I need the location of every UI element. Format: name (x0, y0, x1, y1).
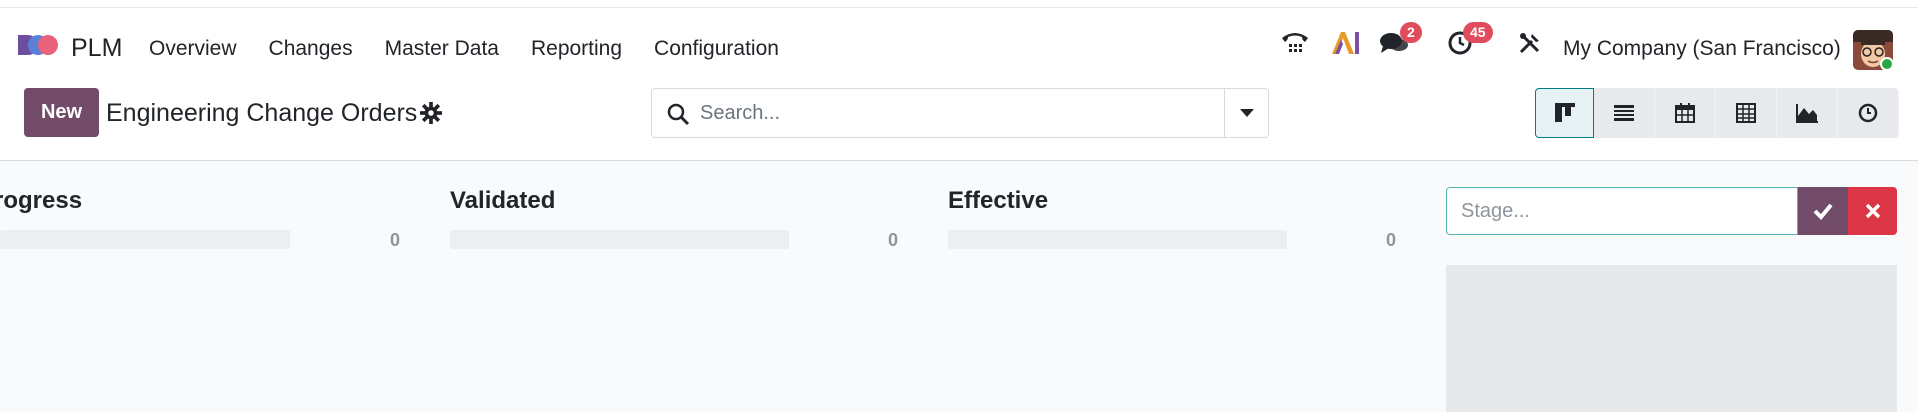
column-progress-bar[interactable] (0, 230, 290, 249)
menu-changes[interactable]: Changes (269, 37, 353, 61)
control-panel: New Engineering Change Orders (0, 77, 1918, 161)
cancel-stage-button[interactable] (1848, 187, 1897, 235)
view-switcher (1535, 88, 1899, 138)
top-navbar: PLM Overview Changes Master Data Reporti… (0, 7, 1918, 77)
search-options-toggle[interactable] (1224, 89, 1268, 137)
company-switcher[interactable]: My Company (San Francisco) (1563, 37, 1841, 61)
column-count: 0 (888, 230, 899, 250)
menu-master-data[interactable]: Master Data (385, 37, 499, 61)
tools-icon[interactable] (1515, 8, 1545, 78)
ai-icon[interactable] (1328, 8, 1362, 78)
app-name[interactable]: PLM (71, 34, 122, 63)
column-progress-bar[interactable] (450, 230, 789, 249)
column-title[interactable]: Effective (948, 187, 1048, 215)
menu-overview[interactable]: Overview (149, 37, 237, 61)
search-input[interactable] (700, 89, 1210, 137)
phone-icon[interactable] (1278, 8, 1312, 78)
column-progress-bar[interactable] (948, 230, 1287, 249)
stage-name-input[interactable] (1446, 187, 1798, 235)
column-title[interactable]: rogress (0, 187, 82, 215)
chevron-down-icon (1239, 109, 1254, 117)
add-stage-form (1446, 187, 1897, 235)
list-view-button[interactable] (1594, 88, 1655, 138)
clock-icon (1858, 103, 1878, 123)
clock-icon[interactable] (1443, 8, 1477, 78)
column-count: 0 (1386, 230, 1397, 250)
gear-icon[interactable] (420, 102, 442, 124)
kanban-icon (1554, 103, 1575, 122)
pivot-view-button[interactable] (1716, 88, 1777, 138)
search-bar (651, 88, 1269, 138)
search-icon (667, 103, 690, 126)
kanban-view-button[interactable] (1535, 88, 1594, 138)
menu-reporting[interactable]: Reporting (531, 37, 622, 61)
check-icon (1813, 203, 1833, 220)
confirm-stage-button[interactable] (1798, 187, 1848, 235)
messages-icon[interactable] (1377, 8, 1411, 78)
page-title: Engineering Change Orders (106, 99, 418, 127)
close-icon (1865, 203, 1880, 219)
column-title[interactable]: Validated (450, 187, 555, 215)
new-button[interactable]: New (24, 88, 99, 137)
online-status-icon (1880, 57, 1894, 71)
area-chart-icon (1796, 104, 1818, 123)
pivot-icon (1736, 103, 1756, 123)
list-icon (1614, 105, 1634, 121)
activity-view-button[interactable] (1838, 88, 1899, 138)
graph-view-button[interactable] (1777, 88, 1838, 138)
calendar-icon (1675, 103, 1695, 123)
main-menu: Overview Changes Master Data Reporting C… (149, 37, 811, 61)
column-placeholder (1446, 265, 1897, 412)
messages-badge: 2 (1400, 22, 1422, 43)
menu-configuration[interactable]: Configuration (654, 37, 779, 61)
calendar-view-button[interactable] (1655, 88, 1716, 138)
kanban-board: rogress 0 Validated 0 Effective 0 (0, 161, 1918, 412)
app-logo-icon[interactable] (18, 30, 60, 60)
column-count: 0 (390, 230, 401, 250)
activities-badge: 45 (1463, 22, 1493, 43)
